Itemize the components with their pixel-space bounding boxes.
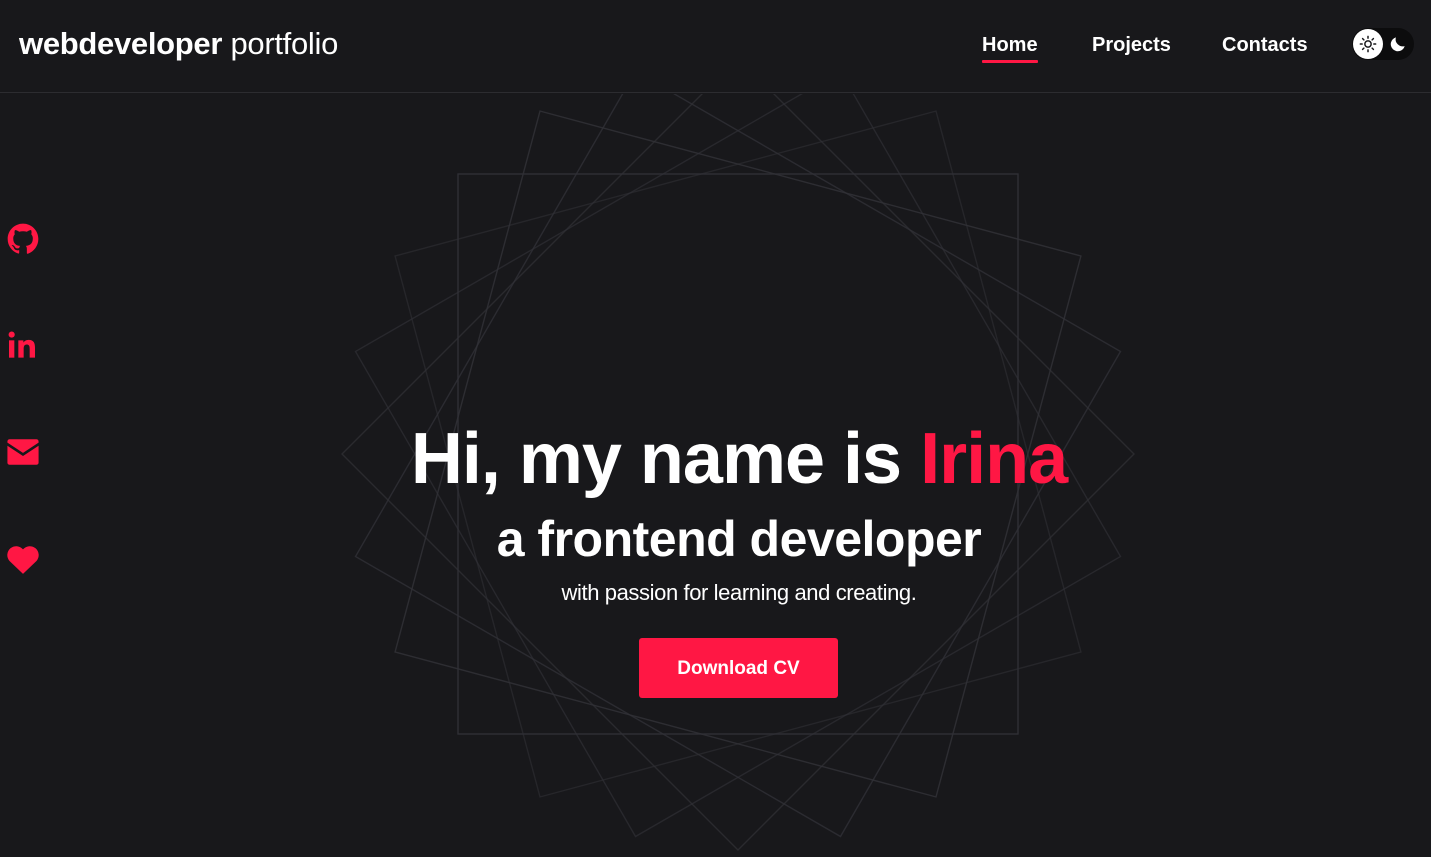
nav-home-link[interactable]: Home <box>982 30 1038 63</box>
github-link[interactable] <box>6 222 40 256</box>
hero-headline: Hi, my name is Irina <box>0 414 1431 504</box>
site-header: webdeveloper portfolio Home Projects Con… <box>0 0 1431 93</box>
linkedin-icon <box>8 331 35 358</box>
toggle-knob <box>1353 29 1383 59</box>
nav-contacts-link[interactable]: Contacts <box>1222 30 1308 60</box>
main-nav: Home Projects Contacts <box>0 30 1431 66</box>
download-cv-button[interactable]: Download CV <box>639 638 838 698</box>
moon-icon <box>1386 32 1410 56</box>
hero-name: Irina <box>920 419 1068 500</box>
hero-tagline: with passion for learning and creating. <box>561 580 917 605</box>
sun-icon <box>1359 35 1377 53</box>
hero-section: Hi, my name is Irina a frontend develope… <box>0 94 1431 857</box>
github-icon <box>7 223 39 254</box>
nav-projects-link[interactable]: Projects <box>1092 30 1171 60</box>
theme-toggle[interactable] <box>1352 28 1414 60</box>
hero-greeting: Hi, my name is <box>410 419 921 500</box>
linkedin-link[interactable] <box>6 328 40 362</box>
hero-role: a frontend developer <box>496 510 982 567</box>
